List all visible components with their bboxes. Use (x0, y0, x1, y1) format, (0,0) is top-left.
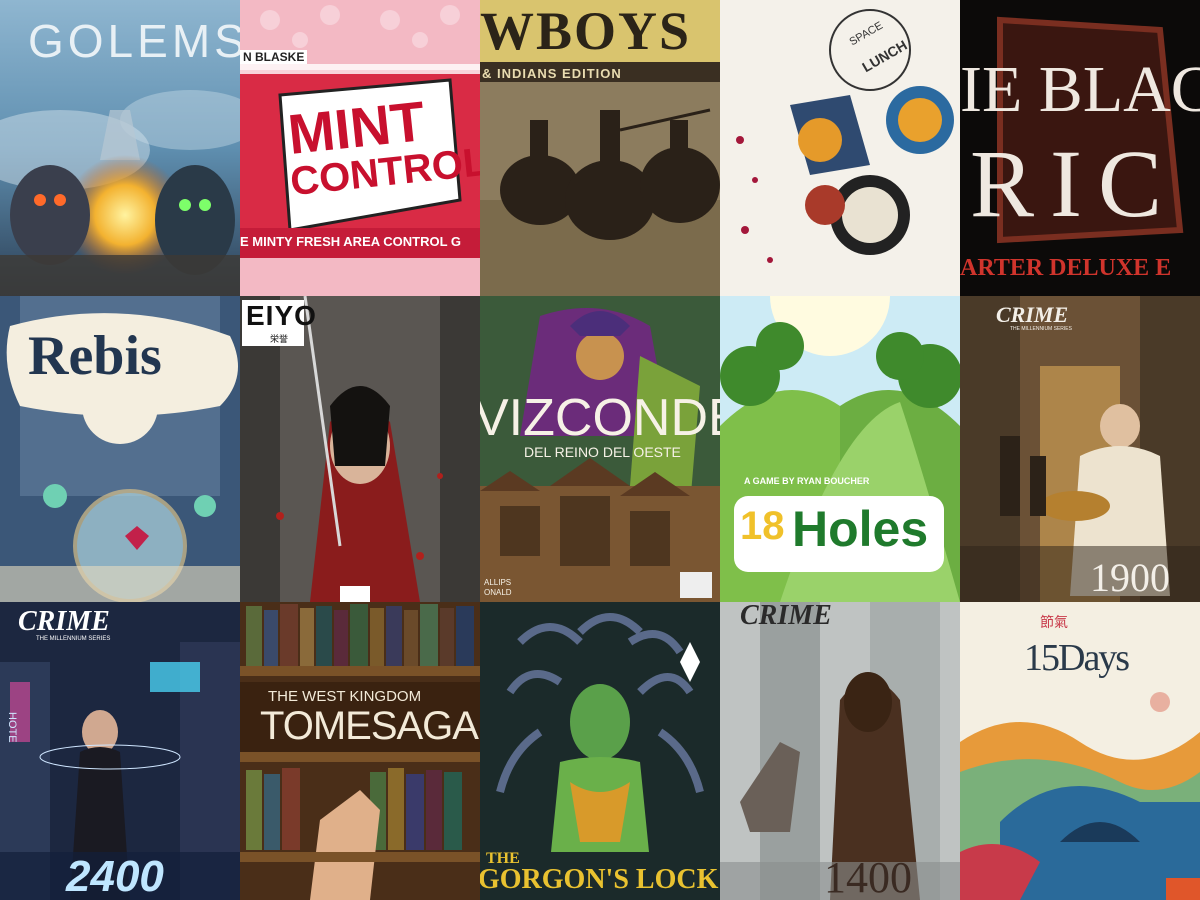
space-lunch-cover[interactable]: SPACE LUNCH (720, 0, 960, 296)
cover-title: GOLEMS (28, 15, 240, 67)
cover-title: Holes (792, 501, 929, 557)
cover-year: 1400 (824, 853, 912, 900)
eiyo-cover[interactable]: EIYO 栄誉 (240, 296, 480, 602)
cover-title-line1: IE BLAC (960, 53, 1200, 126)
cover-title: VIZCONDES (480, 389, 720, 447)
gorgons-loch-cover[interactable]: THE GORGON'S LOCK (480, 602, 720, 900)
series-label: THE MILLENNIUM SERIES (1010, 326, 1072, 332)
18-holes-cover[interactable]: A GAME BY RYAN BOUCHER 18 Holes (720, 296, 960, 602)
cover-title-line2: GORGON'S LOCK (480, 864, 719, 895)
cover-number: 18 (740, 504, 785, 548)
crime-1900-cover[interactable]: CRIME THE MILLENNIUM SERIES 1900 (960, 296, 1200, 602)
cover-title: TOMESAGA (260, 704, 479, 748)
cover-subtitle: ARTER DELUXE E (960, 255, 1172, 281)
cover-year: 1900 (1090, 555, 1170, 600)
cowboys-cover[interactable]: WBOYS & INDIANS EDITION (480, 0, 720, 296)
cover-year: 2400 (66, 852, 164, 900)
cover-kicker: THE WEST KINGDOM (268, 688, 422, 705)
cover-title: Rebis (28, 325, 162, 387)
byline: A GAME BY RYAN BOUCHER (744, 476, 870, 486)
cover-title: CRIME (18, 606, 110, 637)
cover-title: WBOYS (480, 1, 692, 61)
credit-line1: ALLIPS (484, 578, 512, 587)
mint-control-cover[interactable]: N BLASKE MINT CONTROL E MINTY FRESH AREA… (240, 0, 480, 296)
cover-subtitle: & INDIANS EDITION (482, 66, 622, 81)
cover-title: EIYO (246, 300, 317, 331)
rebis-cover[interactable]: Rebis (0, 296, 240, 602)
series-label: THE MILLENNIUM SERIES (36, 636, 111, 642)
cover-subtitle: DEL REINO DEL OESTE (524, 444, 681, 460)
cover-subtitle: E MINTY FRESH AREA CONTROL G (240, 234, 462, 249)
15-days-cover[interactable]: 節氣 15Days (960, 602, 1200, 900)
boardgame-cover-grid: GOLEMS N BLASKE MINT CONTROL E MINTY FRE… (0, 0, 1200, 900)
cover-kanji: 節氣 (1040, 615, 1068, 631)
author-label: N BLASKE (240, 50, 308, 64)
black-rice-cover[interactable]: IE BLAC RIC ARTER DELUXE E (960, 0, 1200, 296)
tomesaga-cover[interactable]: THE WEST KINGDOM TOMESAGA (240, 602, 480, 900)
credit-line2: ONALD (484, 588, 512, 597)
golems-cover[interactable]: GOLEMS (0, 0, 240, 296)
crime-1400-cover[interactable]: CRIME 1400 (720, 602, 960, 900)
cover-title: CRIME (740, 602, 832, 631)
vizcondes-cover[interactable]: VIZCONDES DEL REINO DEL OESTE ALLIPS ONA… (480, 296, 720, 602)
hotel-sign: HOTE (6, 712, 18, 743)
cover-kanji: 栄誉 (270, 335, 289, 345)
cover-title: CRIME (996, 302, 1069, 327)
cover-title-line2: RIC (970, 130, 1179, 237)
crime-2400-cover[interactable]: CRIME THE MILLENNIUM SERIES HOTE 2400 (0, 602, 240, 900)
cover-title: 15Days (1024, 637, 1130, 679)
